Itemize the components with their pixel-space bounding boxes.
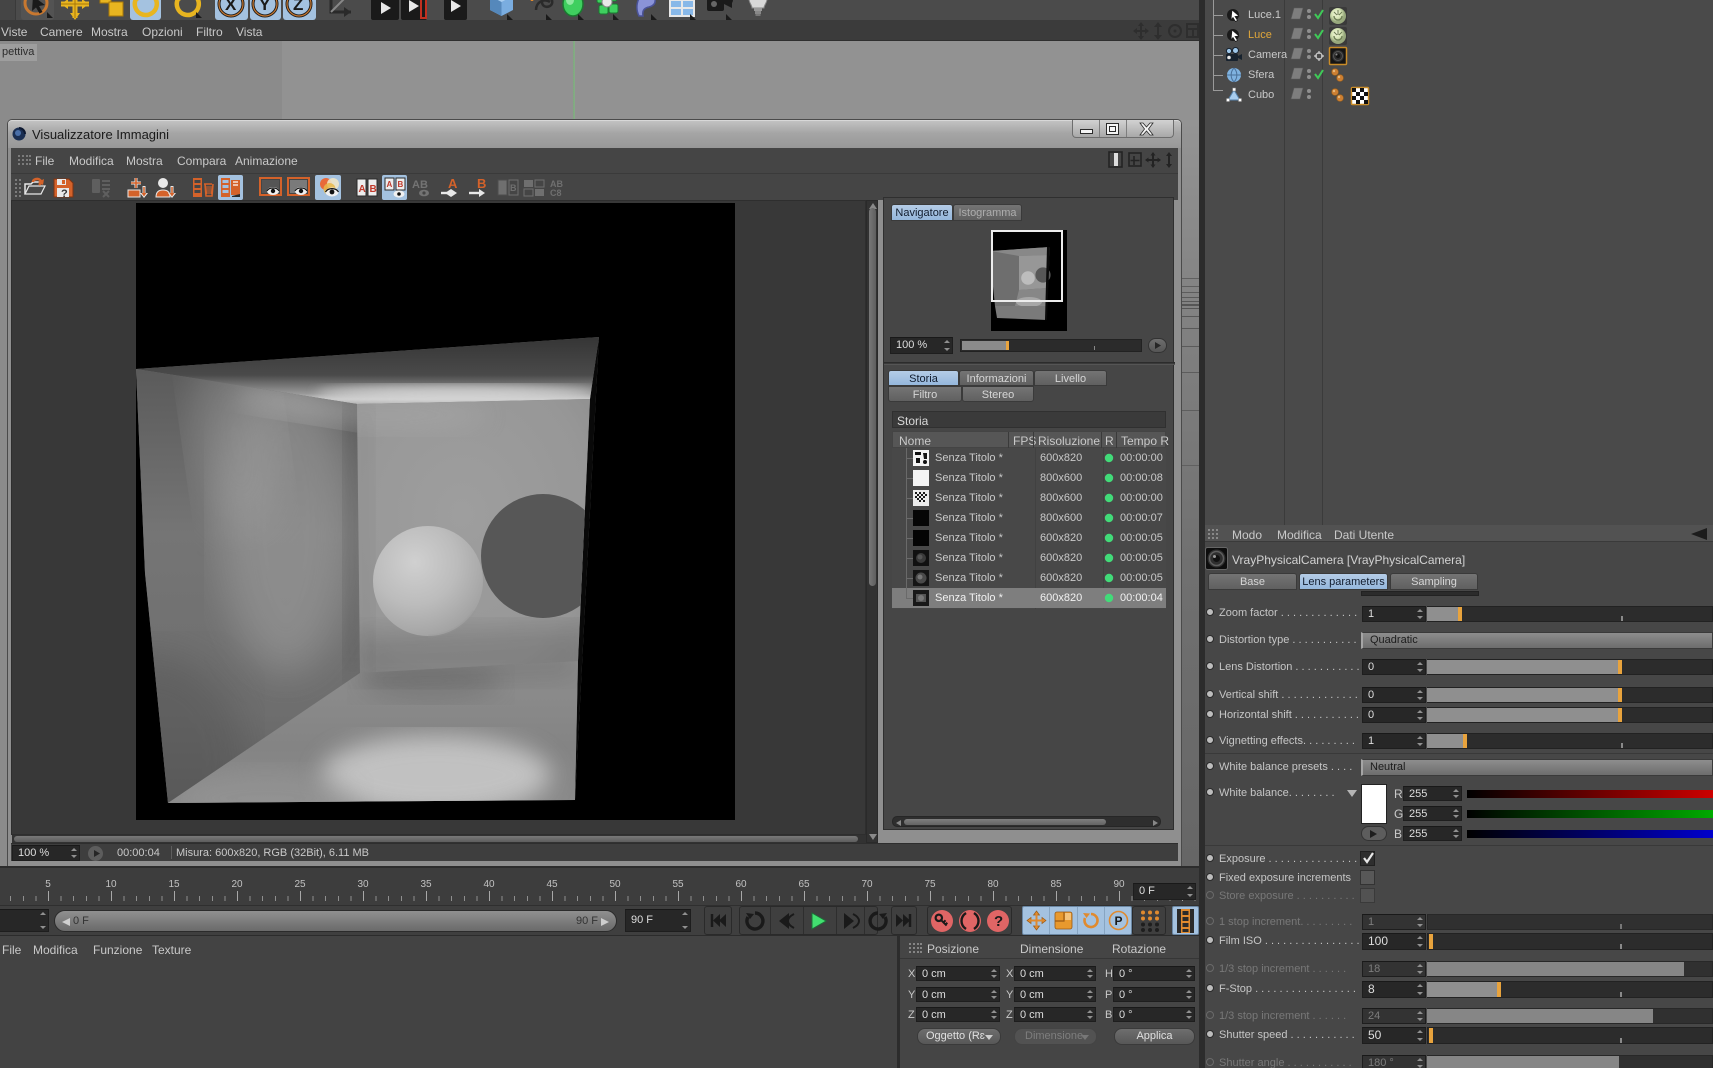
svg-text:?: ? bbox=[61, 188, 68, 200]
svg-text:Z: Z bbox=[293, 0, 303, 14]
svg-text:A: A bbox=[387, 180, 393, 189]
svg-text:B: B bbox=[510, 183, 517, 193]
svg-text:AB: AB bbox=[412, 179, 428, 191]
svg-text:?: ? bbox=[994, 913, 1003, 930]
svg-text:X: X bbox=[225, 0, 237, 14]
svg-text:A: A bbox=[359, 184, 366, 195]
svg-text:A: A bbox=[448, 176, 458, 191]
svg-text:B: B bbox=[477, 176, 486, 191]
svg-text:Y: Y bbox=[259, 0, 271, 14]
svg-text:B: B bbox=[370, 184, 377, 195]
svg-text:P: P bbox=[1115, 914, 1123, 928]
svg-text:C8: C8 bbox=[550, 188, 562, 198]
svg-text:B: B bbox=[398, 180, 404, 189]
